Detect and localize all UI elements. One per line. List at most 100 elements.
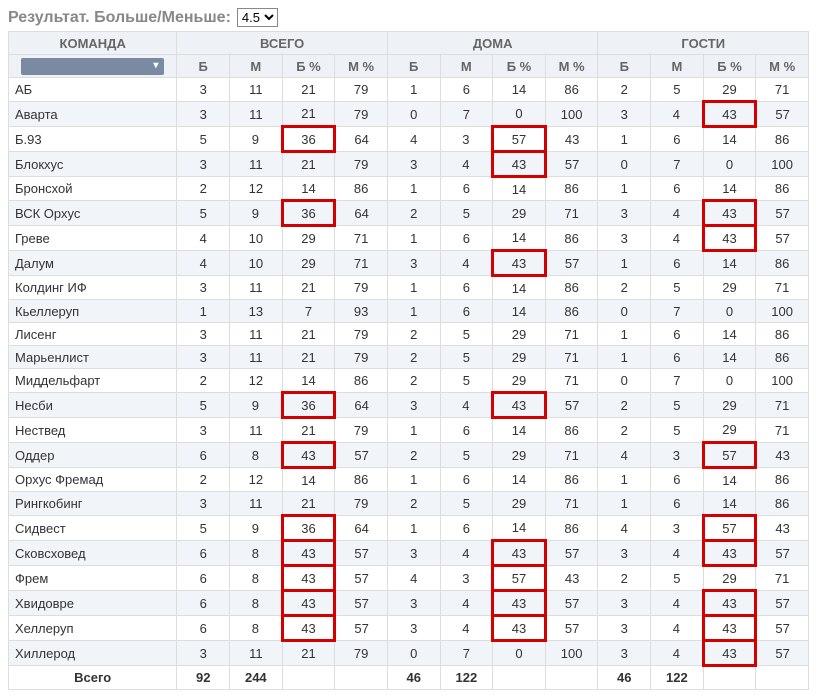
totals-label: Всего — [9, 666, 177, 690]
col-home[interactable]: ДОМА — [387, 32, 598, 55]
value-cell: 3 — [177, 78, 230, 102]
col-sub[interactable]: М — [440, 55, 493, 78]
table-row: ВСК Орхус593664252971344357 — [9, 201, 809, 226]
team-name-cell[interactable]: Б.93 — [9, 127, 177, 152]
team-name-cell[interactable]: Рингкобинг — [9, 492, 177, 516]
value-cell: 3 — [598, 102, 651, 127]
team-name-cell[interactable]: Марьенлист — [9, 346, 177, 369]
value-cell: 11 — [230, 102, 283, 127]
value-cell: 3 — [598, 616, 651, 641]
value-cell: 79 — [335, 346, 388, 369]
value-cell: 4 — [598, 516, 651, 541]
value-cell: 12 — [230, 468, 283, 492]
team-name-cell[interactable]: Колдинг ИФ — [9, 276, 177, 300]
value-cell: 11 — [230, 346, 283, 369]
col-sub[interactable]: М % — [545, 55, 598, 78]
value-cell: 3 — [387, 541, 440, 566]
table-row: Нествед3112179161486252971 — [9, 418, 809, 443]
team-name-cell[interactable]: Сковсховед — [9, 541, 177, 566]
value-cell: 6 — [177, 591, 230, 616]
team-name-cell[interactable]: Хиллерод — [9, 641, 177, 666]
team-name-cell[interactable]: Несби — [9, 393, 177, 418]
col-team[interactable]: КОМАНДА — [9, 32, 177, 55]
team-name-cell[interactable]: Бронсхой — [9, 177, 177, 201]
team-name-cell[interactable]: АБ — [9, 78, 177, 102]
team-name-cell[interactable]: ВСК Орхус — [9, 201, 177, 226]
value-cell: 29 — [703, 566, 756, 591]
value-cell: 4 — [387, 566, 440, 591]
team-name-cell[interactable]: Хвидовре — [9, 591, 177, 616]
team-name-cell[interactable]: Оддер — [9, 443, 177, 468]
value-cell: 29 — [493, 443, 546, 468]
col-sub[interactable]: М % — [335, 55, 388, 78]
value-cell: 3 — [177, 641, 230, 666]
team-name-cell[interactable]: Аварта — [9, 102, 177, 127]
value-cell: 57 — [493, 127, 546, 152]
value-cell: 14 — [493, 418, 546, 443]
table-row: Рингкобинг3112179252971161486 — [9, 492, 809, 516]
col-sub[interactable]: Б — [598, 55, 651, 78]
value-cell: 6 — [440, 516, 493, 541]
value-cell: 3 — [440, 127, 493, 152]
team-name-cell[interactable]: Сидвест — [9, 516, 177, 541]
threshold-select[interactable]: 4.5 — [237, 8, 278, 27]
value-cell: 57 — [545, 591, 598, 616]
value-cell: 4 — [598, 443, 651, 468]
value-cell: 29 — [493, 346, 546, 369]
col-away[interactable]: ГОСТИ — [598, 32, 809, 55]
value-cell: 2 — [387, 346, 440, 369]
value-cell: 11 — [230, 641, 283, 666]
col-sub[interactable]: М % — [756, 55, 809, 78]
value-cell: 64 — [335, 516, 388, 541]
value-cell: 2 — [598, 566, 651, 591]
value-cell: 10 — [230, 251, 283, 276]
value-cell: 7 — [440, 641, 493, 666]
totals-cell — [335, 666, 388, 690]
team-name-cell[interactable]: Греве — [9, 226, 177, 251]
value-cell: 0 — [387, 641, 440, 666]
col-sub[interactable]: М — [651, 55, 704, 78]
value-cell: 3 — [387, 393, 440, 418]
col-total[interactable]: ВСЕГО — [177, 32, 388, 55]
col-sub[interactable]: Б — [387, 55, 440, 78]
col-sub[interactable]: Б % — [703, 55, 756, 78]
value-cell: 13 — [230, 300, 283, 323]
value-cell: 86 — [545, 516, 598, 541]
value-cell: 9 — [230, 201, 283, 226]
col-sub[interactable]: М — [230, 55, 283, 78]
col-sub[interactable]: Б % — [493, 55, 546, 78]
value-cell: 5 — [177, 516, 230, 541]
value-cell: 57 — [545, 251, 598, 276]
value-cell: 7 — [440, 102, 493, 127]
table-row: Хеллеруп684357344357344357 — [9, 616, 809, 641]
team-name-cell[interactable]: Орхус Фремад — [9, 468, 177, 492]
col-sub[interactable]: Б % — [282, 55, 335, 78]
value-cell: 79 — [335, 641, 388, 666]
team-sort-button[interactable] — [9, 55, 177, 78]
value-cell: 100 — [545, 641, 598, 666]
value-cell: 14 — [703, 127, 756, 152]
table-row: Кьеллеруп113793161486070100 — [9, 300, 809, 323]
value-cell: 6 — [440, 226, 493, 251]
value-cell: 4 — [177, 251, 230, 276]
team-name-cell[interactable]: Блокхус — [9, 152, 177, 177]
value-cell: 2 — [598, 393, 651, 418]
team-name-cell[interactable]: Хеллеруп — [9, 616, 177, 641]
value-cell: 8 — [230, 566, 283, 591]
team-name-cell[interactable]: Миддельфарт — [9, 369, 177, 393]
value-cell: 11 — [230, 418, 283, 443]
team-name-cell[interactable]: Фрем — [9, 566, 177, 591]
value-cell: 3 — [177, 276, 230, 300]
value-cell: 21 — [282, 152, 335, 177]
col-sub[interactable]: Б — [177, 55, 230, 78]
team-name-cell[interactable]: Лисенг — [9, 323, 177, 346]
team-name-cell[interactable]: Кьеллеруп — [9, 300, 177, 323]
value-cell: 4 — [440, 591, 493, 616]
value-cell: 11 — [230, 276, 283, 300]
value-cell: 36 — [282, 127, 335, 152]
team-name-cell[interactable]: Нествед — [9, 418, 177, 443]
value-cell: 6 — [440, 276, 493, 300]
team-name-cell[interactable]: Далум — [9, 251, 177, 276]
value-cell: 1 — [598, 251, 651, 276]
table-row: АБ3112179161486252971 — [9, 78, 809, 102]
